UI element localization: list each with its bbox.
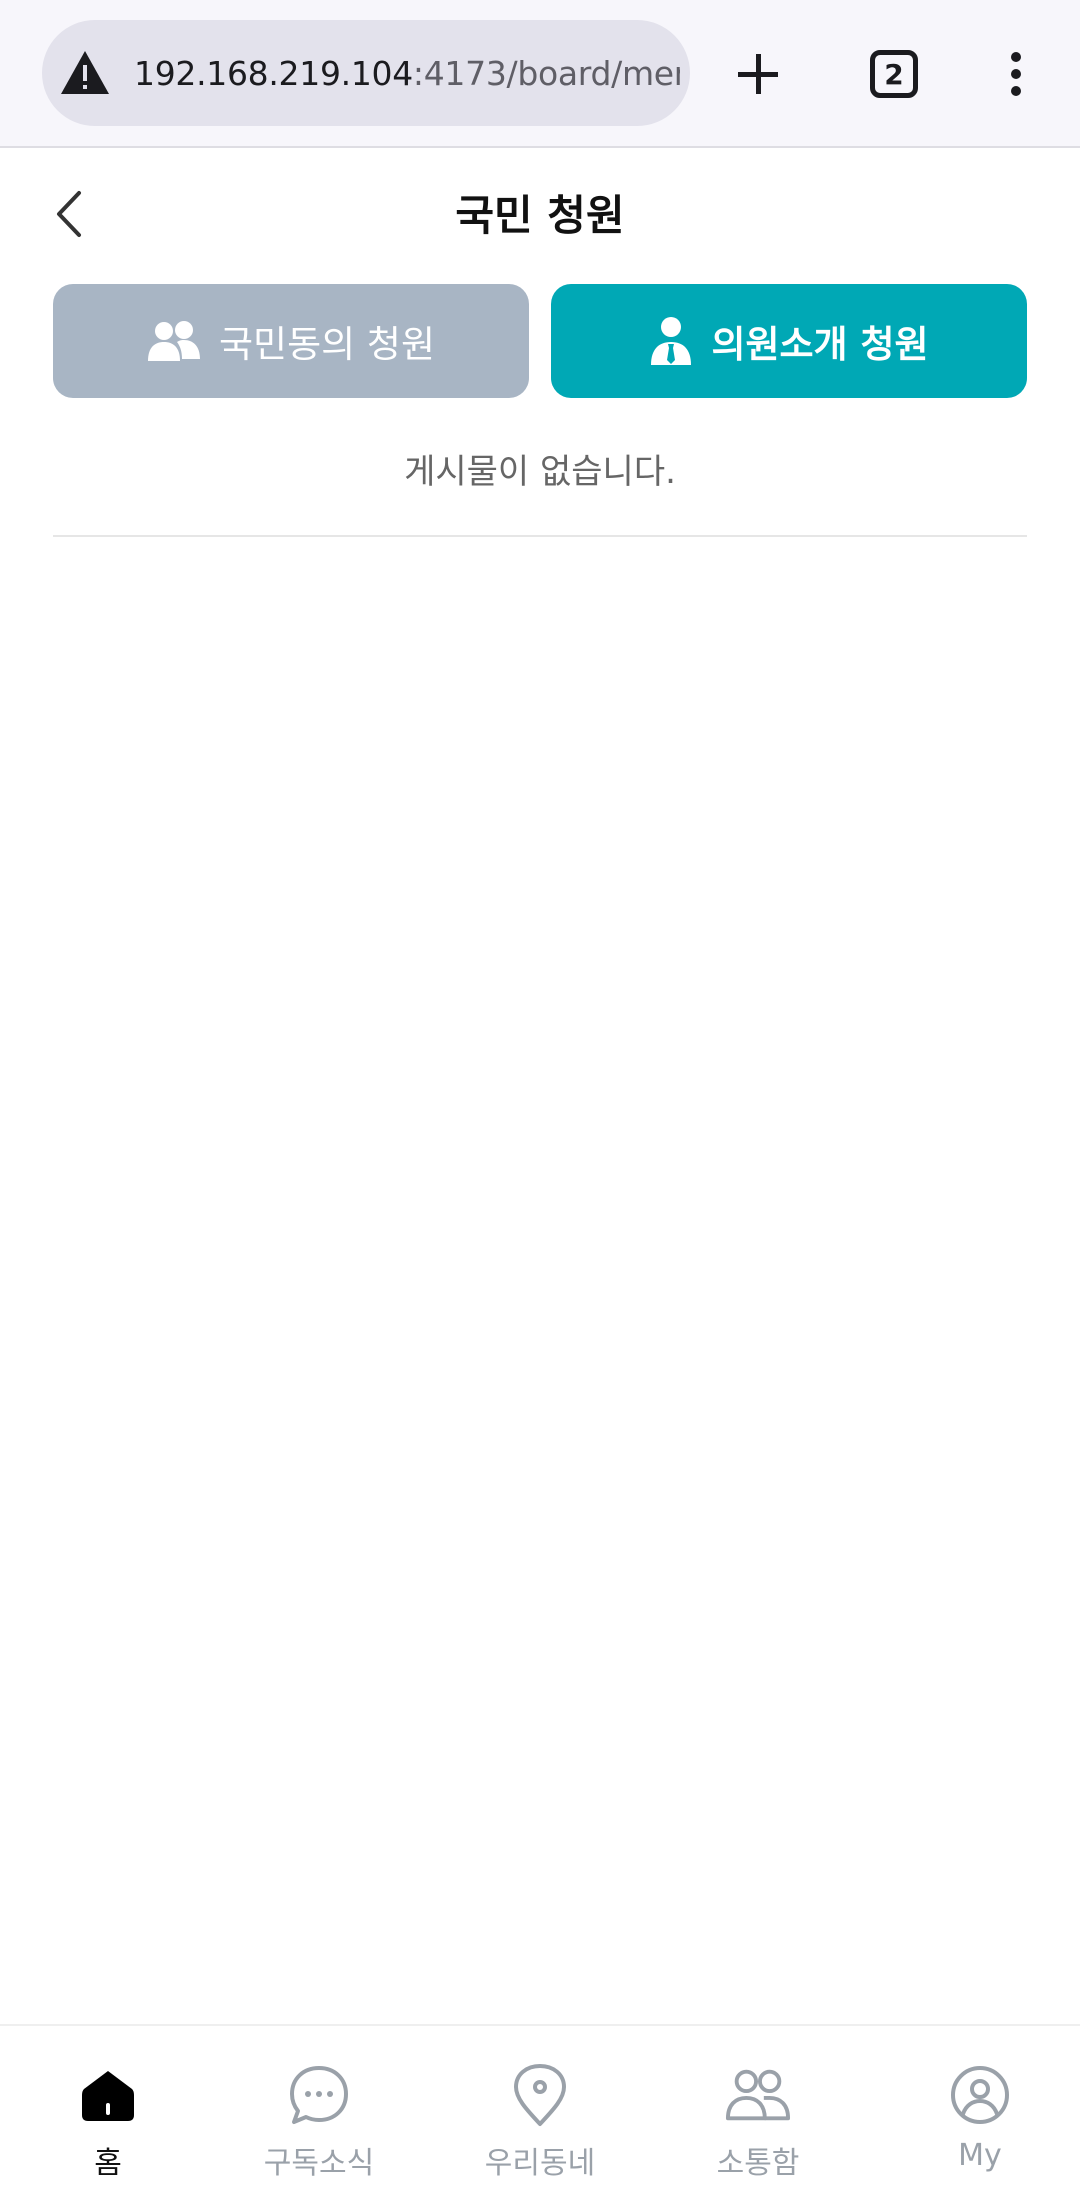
more-vert-icon [1011,52,1021,96]
page-header: 국민 청원 [0,150,1080,278]
nav-label: 홈 [94,2146,122,2181]
nav-item-home[interactable]: 홈 [0,2026,216,2212]
user-circle-icon [947,2062,1013,2128]
person-tie-icon [651,317,692,365]
bottom-navigation: 홈 구독소식 우리동네 소통함 My [0,2024,1080,2210]
warning-icon[interactable] [58,46,112,100]
tab-label: 의원소개 청원 [711,323,929,366]
nav-label: My [958,2138,1002,2173]
divider [53,535,1027,537]
nav-item-subscriptions[interactable]: 구독소식 [211,2026,427,2212]
nav-label: 우리동네 [484,2146,596,2181]
nav-item-neighborhood[interactable]: 우리동네 [432,2026,648,2212]
url-host: 192.168.219.104 [134,53,413,93]
tab-switcher-button[interactable]: 2 [858,38,930,110]
tab-count: 2 [870,50,918,98]
people-icon [725,2062,791,2128]
tab-label: 국민동의 청원 [218,323,435,366]
url-path: :4173/board/member [412,53,680,93]
chat-bubble-icon [286,2062,352,2128]
url-text[interactable]: 192.168.219.104:4173/board/member [134,54,680,93]
nav-label: 구독소식 [263,2146,375,2181]
home-icon [75,2062,141,2128]
plus-icon [738,54,778,94]
page-title: 국민 청원 [455,191,625,240]
people-icon [147,321,200,361]
empty-state-message: 게시물이 없습니다. [404,452,676,492]
browser-menu-button[interactable] [980,38,1052,110]
browser-toolbar: 192.168.219.104:4173/board/member 2 [0,0,1080,148]
nav-item-my[interactable]: My [872,2026,1080,2212]
tab-public-consent-petition[interactable]: 국민동의 청원 [53,284,529,398]
location-pin-icon [507,2062,573,2128]
new-tab-button[interactable] [722,38,794,110]
nav-label: 소통함 [716,2146,800,2181]
address-bar[interactable]: 192.168.219.104:4173/board/member [42,20,690,126]
nav-item-community[interactable]: 소통함 [650,2026,866,2212]
tab-member-introduced-petition[interactable]: 의원소개 청원 [551,284,1027,398]
